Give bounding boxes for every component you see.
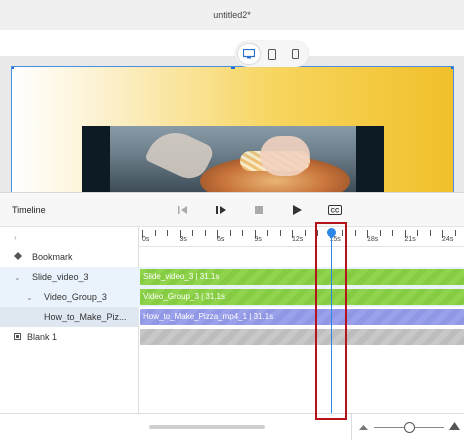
video-frame [110, 126, 356, 192]
chevron-down-icon[interactable]: ⌄ [26, 293, 33, 302]
ruler-tick [279, 230, 281, 236]
bookmark-diamond-icon [14, 252, 22, 262]
svg-text:CC: CC [331, 209, 340, 215]
ruler-tick [229, 230, 231, 236]
layer-label: Slide_video_3 [32, 272, 89, 282]
highlight-annotation-box [315, 222, 347, 420]
video-element[interactable] [82, 126, 384, 192]
ruler-tick [392, 230, 393, 236]
ruler-tick [417, 230, 418, 236]
title-bar: untitled2* [0, 0, 464, 30]
desktop-icon[interactable] [238, 44, 260, 64]
video-hand-image [260, 136, 310, 176]
layer-row-video-file[interactable]: How_to_Make_Piz... [0, 307, 139, 327]
track-video-file: How_to_Make_Pizza_mp4_1 | 31.1s [139, 307, 464, 327]
resize-handle[interactable] [12, 67, 14, 69]
closed-captions-icon[interactable]: CC [327, 202, 343, 218]
ruler-spacer: › [0, 227, 139, 247]
clip-blank[interactable] [140, 329, 464, 345]
ruler-label: 18s [367, 236, 379, 243]
ruler-tick [167, 230, 168, 236]
ruler-label: 24s [442, 236, 454, 243]
layer-row-slide-video[interactable]: ⌄ Slide_video_3 [0, 267, 139, 287]
track-bookmark [139, 247, 464, 267]
track-video-group: Video_Group_3 | 31.1s [139, 287, 464, 307]
track-area: Slide_video_3 | 31.1s Video_Group_3 | 31… [139, 247, 464, 413]
layer-label: Bookmark [32, 252, 73, 262]
timeline-header: Timeline CC [0, 193, 464, 227]
stage [0, 56, 464, 192]
ruler-tick [304, 230, 306, 236]
play-icon[interactable] [289, 202, 305, 218]
ruler-label: 6s [217, 236, 225, 243]
zoom-slider-knob[interactable] [404, 422, 415, 433]
window-title: untitled2* [213, 10, 251, 20]
layer-label: Video_Group_3 [44, 292, 107, 302]
mobile-icon[interactable] [284, 44, 306, 64]
chevron-down-icon[interactable]: ⌄ [14, 273, 21, 282]
track-slide-video: Slide_video_3 | 31.1s [139, 267, 464, 287]
ruler-label: 3s [179, 236, 187, 243]
resize-handle[interactable] [451, 67, 453, 69]
stop-icon[interactable] [251, 202, 267, 218]
device-switcher [235, 41, 309, 67]
layer-row-blank[interactable]: Blank 1 [0, 327, 139, 347]
layer-row-bookmark[interactable]: Bookmark [0, 247, 139, 267]
horizontal-scrollbar[interactable] [149, 425, 265, 429]
slide-icon [14, 332, 21, 342]
ruler-label: 0s [142, 236, 150, 243]
chevron-right-icon[interactable]: › [14, 233, 17, 242]
timeline-footer [0, 413, 464, 440]
rewind-icon[interactable] [175, 202, 191, 218]
ruler-tick [192, 230, 193, 236]
layer-label: How_to_Make_Piz... [44, 312, 127, 322]
zoom-out-icon[interactable] [359, 422, 368, 432]
ruler-tick [267, 230, 268, 236]
zoom-control [351, 414, 464, 440]
clip-video-group[interactable]: Video_Group_3 | 31.1s [140, 289, 464, 305]
timeline-panel: Timeline CC › Bookmark ⌄ Slide_video_3 ⌄… [0, 192, 464, 440]
step-play-icon[interactable] [213, 202, 229, 218]
ruler-tick [379, 230, 381, 236]
ruler-label: 21s [404, 236, 416, 243]
clip-slide-video[interactable]: Slide_video_3 | 31.1s [140, 269, 464, 285]
ruler-tick [429, 230, 431, 236]
tablet-icon[interactable] [261, 44, 283, 64]
layer-row-video-group[interactable]: ⌄ Video_Group_3 [0, 287, 139, 307]
zoom-in-icon[interactable] [449, 420, 460, 432]
ruler-tick [354, 230, 356, 236]
ruler-label: 12s [292, 236, 304, 243]
time-ruler[interactable]: 0s 3s 6s 9s 12s 15s 18s 21s 24s [139, 227, 464, 247]
ruler-tick [154, 230, 156, 236]
ruler-tick [454, 230, 456, 236]
layer-label: Blank 1 [27, 332, 58, 342]
ruler-tick [204, 230, 206, 236]
clip-video-file[interactable]: How_to_Make_Pizza_mp4_1 | 31.1s [140, 309, 464, 325]
device-bar [0, 30, 464, 67]
track-blank [139, 327, 464, 347]
layer-list: › Bookmark ⌄ Slide_video_3 ⌄ Video_Group… [0, 227, 139, 413]
slide-canvas[interactable] [11, 66, 454, 192]
resize-handle[interactable] [231, 67, 235, 69]
ruler-tick [242, 230, 243, 236]
timeline-title: Timeline [12, 205, 46, 215]
ruler-label: 9s [254, 236, 262, 243]
